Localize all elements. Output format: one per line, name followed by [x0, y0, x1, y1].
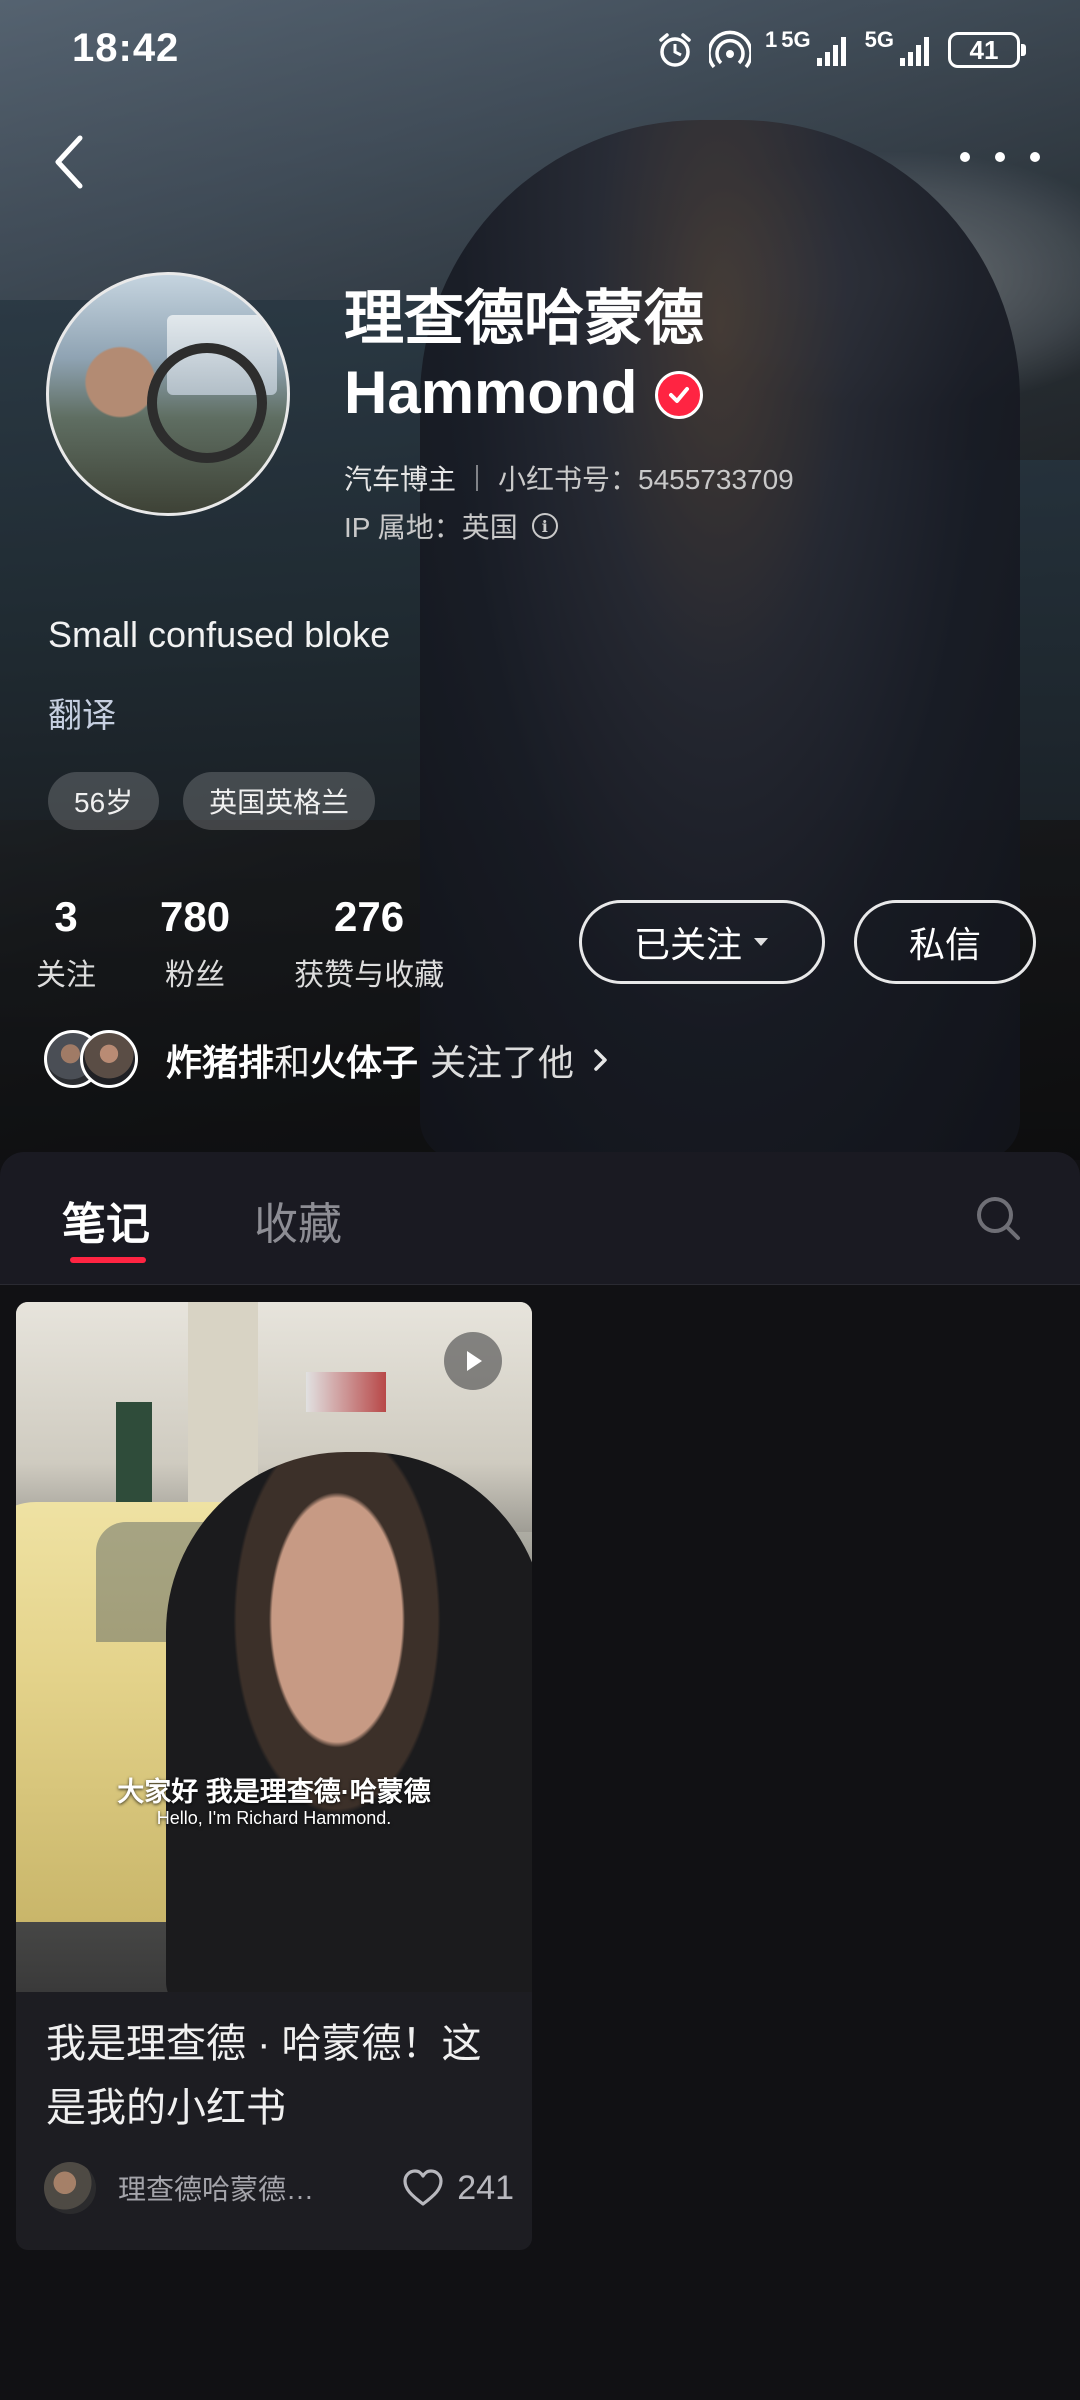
- note-author[interactable]: 理查德哈蒙德…: [118, 2168, 338, 2208]
- profile-bio: Small confused bloke: [48, 614, 391, 655]
- profile-name-line2-row: Hammond: [344, 356, 704, 430]
- mutual-joiner: 和: [274, 1042, 311, 1083]
- chevron-left-icon: [55, 135, 83, 189]
- tag-age: 56岁: [48, 772, 160, 830]
- mutual-user-2: 火体子: [310, 1042, 419, 1083]
- thumb-bg: [116, 1402, 152, 1512]
- thumb-person: [166, 1452, 532, 1992]
- avatar-detail: [147, 343, 267, 463]
- note-thumbnail[interactable]: 大家好 我是理查德·哈蒙德 Hello, I'm Richard Hammond…: [16, 1302, 532, 1992]
- profile-avatar[interactable]: [46, 272, 290, 516]
- profile-category: 汽车博主: [344, 464, 457, 495]
- stat-likes-collects[interactable]: 276 获赞与收藏: [294, 890, 444, 994]
- note-card[interactable]: 大家好 我是理查德·哈蒙德 Hello, I'm Richard Hammond…: [16, 1302, 532, 2250]
- profile-meta: 汽车博主 小红书号：5455733709: [344, 458, 794, 498]
- profile-name: 理查德哈蒙德 Hammond: [344, 282, 704, 430]
- verified-check-icon: [655, 371, 704, 419]
- message-button[interactable]: 私信: [854, 900, 1036, 984]
- status-bar: 18:42 1 5G 5G 41: [0, 0, 1080, 100]
- profile-content: 笔记 收藏 大家好 我是理查德·哈蒙德 Hello, I'm Richard H…: [0, 1152, 1080, 2400]
- chevron-right-icon: [594, 1049, 607, 1071]
- info-icon[interactable]: i: [531, 513, 558, 539]
- stat-value: 276: [334, 893, 405, 940]
- tab-collections[interactable]: 收藏: [254, 1188, 342, 1252]
- stat-followers[interactable]: 780 粉丝: [160, 890, 230, 994]
- signal-icon: [898, 32, 934, 68]
- profile-id[interactable]: 小红书号：5455733709: [498, 458, 794, 498]
- divider: [476, 465, 479, 491]
- profile-stats: 3 关注 780 粉丝 276 获赞与收藏: [36, 890, 508, 994]
- tab-notes[interactable]: 笔记: [62, 1188, 150, 1252]
- tag-location: 英国英格兰: [183, 772, 376, 830]
- stat-label: 粉丝: [165, 959, 226, 992]
- more-dot: [995, 152, 1005, 162]
- stat-following[interactable]: 3 关注: [36, 890, 96, 994]
- heart-icon: [403, 2169, 443, 2206]
- status-time: 18:42: [72, 26, 180, 70]
- tab-bar: 笔记 收藏: [0, 1152, 1080, 1285]
- video-subtitle-en: Hello, I'm Richard Hammond.: [156, 1808, 392, 1828]
- back-button[interactable]: [44, 122, 104, 202]
- like-button[interactable]: 241: [401, 2168, 514, 2208]
- alarm-icon: [655, 30, 695, 70]
- network-label-1: 5G: [781, 27, 811, 52]
- thumb-bg: [306, 1372, 386, 1412]
- battery-level: 41: [969, 34, 999, 65]
- ip-location-text: IP 属地：英国: [344, 512, 518, 543]
- mutual-tail: 关注了他: [430, 1042, 575, 1083]
- sim-index: 1: [765, 27, 778, 52]
- stat-label: 获赞与收藏: [294, 959, 445, 992]
- hotspot-icon: [709, 30, 752, 70]
- stat-value: 3: [54, 893, 78, 940]
- avatar: [80, 1030, 138, 1088]
- signal-icon: [815, 32, 851, 68]
- follow-status-label: 已关注: [633, 924, 742, 965]
- more-dot: [960, 152, 970, 162]
- note-title[interactable]: 我是理查德 · 哈蒙德！这是我的小红书: [46, 2012, 506, 2140]
- note-footer: 理查德哈蒙德… 241: [44, 2162, 514, 2214]
- translate-link[interactable]: 翻译: [48, 688, 116, 737]
- network-label-2: 5G: [864, 27, 894, 52]
- video-subtitle-cn: 大家好 我是理查德·哈蒙德: [117, 1777, 431, 1807]
- active-tab-indicator: [70, 1257, 146, 1263]
- mutual-avatars: [44, 1030, 144, 1090]
- search-icon: [977, 1197, 1020, 1240]
- ip-location: IP 属地：英国 i: [344, 506, 558, 546]
- search-button[interactable]: [972, 1192, 1024, 1249]
- mutual-followers[interactable]: 炸猪排 和 火体子 关注了他: [44, 1030, 610, 1090]
- mutual-user-1: 炸猪排: [166, 1042, 275, 1083]
- status-icons: 1 5G 5G 41: [655, 26, 1026, 74]
- battery-icon: 41: [948, 32, 1026, 68]
- caret-down-icon: [754, 938, 768, 946]
- stat-label: 关注: [36, 959, 96, 992]
- like-count: 241: [457, 2168, 514, 2207]
- more-button[interactable]: [960, 132, 1040, 182]
- profile-tags: 56岁 英国英格兰: [48, 772, 376, 830]
- play-icon: [444, 1332, 502, 1390]
- more-dot: [1030, 152, 1040, 162]
- follow-status-button[interactable]: 已关注: [579, 900, 825, 984]
- profile-name-line1: 理查德哈蒙德: [344, 285, 704, 352]
- profile-name-line2: Hammond: [344, 359, 638, 426]
- avatar[interactable]: [44, 2162, 96, 2214]
- stat-value: 780: [160, 893, 231, 940]
